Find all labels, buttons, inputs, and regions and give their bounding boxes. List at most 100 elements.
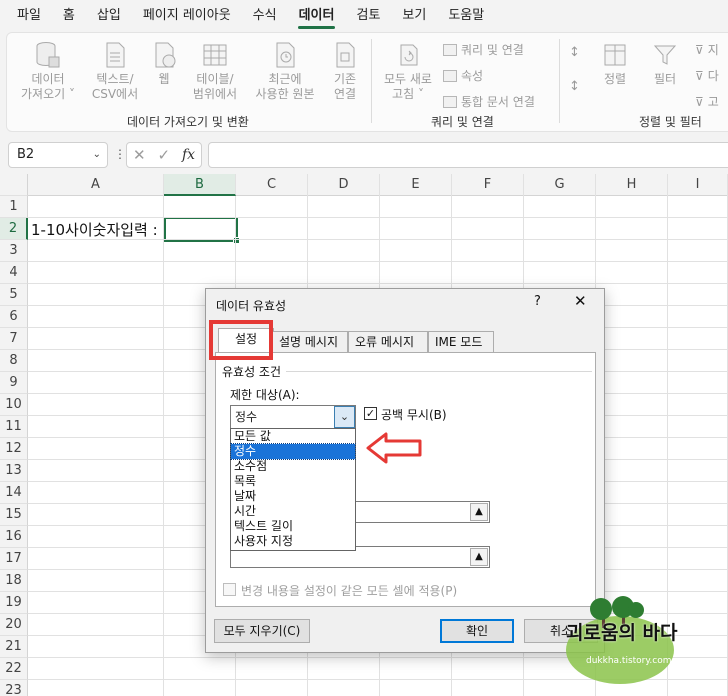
row-header-17[interactable]: 17 bbox=[0, 548, 28, 570]
tab-ime-mode[interactable]: IME 모드 bbox=[428, 331, 494, 352]
queries-connections-button[interactable]: 쿼리 및 연결 bbox=[443, 41, 524, 58]
ignore-blank-label: 공백 무시(B) bbox=[381, 408, 447, 422]
row-header-20[interactable]: 20 bbox=[0, 614, 28, 636]
column-header-d[interactable]: D bbox=[308, 174, 380, 196]
column-header-c[interactable]: C bbox=[236, 174, 308, 196]
get-data-label-1: 데이터 bbox=[31, 72, 65, 86]
ok-button[interactable]: 확인 bbox=[440, 619, 514, 643]
formula-input[interactable] bbox=[208, 142, 728, 168]
tab-insert[interactable]: 삽입 bbox=[86, 0, 132, 32]
option-date[interactable]: 날짜 bbox=[231, 489, 355, 504]
filter-label: 필터 bbox=[653, 72, 677, 86]
existing-connections-button[interactable]: 기존 연결 bbox=[325, 41, 365, 102]
reapply-label: 다 bbox=[707, 69, 719, 83]
chevron-down-icon[interactable]: ⌄ bbox=[334, 406, 355, 428]
more-options-icon[interactable]: ⋮ bbox=[114, 147, 126, 161]
row-header-7[interactable]: 7 bbox=[0, 328, 28, 350]
sort-desc-button[interactable]: ↕ bbox=[569, 79, 580, 94]
close-button[interactable]: ✕ bbox=[574, 292, 587, 310]
option-custom[interactable]: 사용자 지정 bbox=[231, 534, 355, 549]
apply-all-checkbox[interactable] bbox=[223, 583, 236, 596]
clear-all-button[interactable]: 모두 지우기(C) bbox=[214, 619, 310, 643]
tab-file[interactable]: 파일 bbox=[6, 0, 52, 32]
text-csv-button[interactable]: 텍스트/ CSV에서 bbox=[87, 41, 143, 102]
ignore-blank-checkbox[interactable]: ✓ bbox=[364, 407, 377, 420]
cancel-entry-icon[interactable]: ✕ bbox=[133, 146, 146, 164]
queries-connections-label: 쿼리 및 연결 bbox=[461, 43, 524, 57]
section-divider bbox=[286, 371, 592, 372]
sort-button[interactable]: 정렬 bbox=[593, 41, 637, 87]
gridline bbox=[28, 261, 728, 262]
properties-icon bbox=[443, 69, 457, 82]
collapse-dialog-icon[interactable]: ▲ bbox=[470, 548, 488, 566]
row-header-21[interactable]: 21 bbox=[0, 636, 28, 658]
refresh-all-button[interactable]: 모두 새로 고침 ˅ bbox=[377, 41, 439, 102]
column-header-g[interactable]: G bbox=[524, 174, 596, 196]
tab-home[interactable]: 홈 bbox=[52, 0, 86, 32]
row-header-1[interactable]: 1 bbox=[0, 196, 28, 218]
properties-button[interactable]: 속성 bbox=[443, 67, 483, 84]
column-header-i[interactable]: I bbox=[668, 174, 728, 196]
sort-desc-icon: ↕ bbox=[569, 79, 580, 94]
tab-help[interactable]: 도움말 bbox=[437, 0, 495, 32]
reapply-button[interactable]: ⊽ 다 bbox=[695, 67, 719, 84]
row-header-2[interactable]: 2 bbox=[0, 218, 28, 240]
row-header-6[interactable]: 6 bbox=[0, 306, 28, 328]
row-header-18[interactable]: 18 bbox=[0, 570, 28, 592]
row-header-19[interactable]: 19 bbox=[0, 592, 28, 614]
tab-review[interactable]: 검토 bbox=[345, 0, 391, 32]
column-header-f[interactable]: F bbox=[452, 174, 524, 196]
row-header-4[interactable]: 4 bbox=[0, 262, 28, 284]
filter-icon bbox=[653, 45, 677, 65]
chevron-down-icon[interactable]: ⌄ bbox=[93, 143, 101, 167]
row-header-16[interactable]: 16 bbox=[0, 526, 28, 548]
column-header-b[interactable]: B bbox=[164, 174, 236, 196]
option-list[interactable]: 목록 bbox=[231, 474, 355, 489]
row-header-9[interactable]: 9 bbox=[0, 372, 28, 394]
dialog-title: 데이터 유효성 bbox=[216, 299, 287, 313]
row-header-10[interactable]: 10 bbox=[0, 394, 28, 416]
web-button[interactable]: 웹 bbox=[147, 41, 181, 87]
clear-filter-button[interactable]: ⊽ 지 bbox=[695, 41, 719, 58]
tab-error-alert[interactable]: 오류 메시지 bbox=[348, 331, 428, 352]
row-header-13[interactable]: 13 bbox=[0, 460, 28, 482]
tab-formulas[interactable]: 수식 bbox=[242, 0, 288, 32]
option-whole-number[interactable]: 정수 bbox=[230, 443, 356, 460]
option-text-length[interactable]: 텍스트 길이 bbox=[231, 519, 355, 534]
row-header-23[interactable]: 23 bbox=[0, 680, 28, 696]
option-decimal[interactable]: 소수점 bbox=[231, 459, 355, 474]
formula-bar: B2 ⌄ ⋮ ✕ ✓ fx bbox=[0, 138, 728, 172]
option-time[interactable]: 시간 bbox=[231, 504, 355, 519]
name-box[interactable]: B2 ⌄ bbox=[8, 142, 108, 168]
column-header-h[interactable]: H bbox=[596, 174, 668, 196]
collapse-dialog-icon[interactable]: ▲ bbox=[470, 503, 488, 521]
row-header-14[interactable]: 14 bbox=[0, 482, 28, 504]
get-data-button[interactable]: 데이터 가져오기 ˅ bbox=[17, 41, 79, 102]
row-header-5[interactable]: 5 bbox=[0, 284, 28, 306]
row-header-15[interactable]: 15 bbox=[0, 504, 28, 526]
tab-data[interactable]: 데이터 bbox=[288, 0, 346, 32]
recent-sources-button[interactable]: 최근에 사용한 원본 bbox=[247, 41, 323, 102]
watermark-url: dukkha.tistory.com bbox=[586, 656, 672, 666]
confirm-entry-icon[interactable]: ✓ bbox=[157, 146, 170, 164]
filter-button[interactable]: 필터 bbox=[643, 41, 687, 87]
tab-view[interactable]: 보기 bbox=[391, 0, 437, 32]
advanced-filter-button[interactable]: ⊽ 고 bbox=[695, 93, 719, 110]
sort-asc-button[interactable]: ↕ bbox=[569, 45, 580, 60]
row-header-22[interactable]: 22 bbox=[0, 658, 28, 680]
edit-links-button[interactable]: 통합 문서 연결 bbox=[443, 93, 535, 110]
column-header-a[interactable]: A bbox=[28, 174, 164, 196]
option-any-value[interactable]: 모든 값 bbox=[231, 429, 355, 444]
select-all-corner[interactable] bbox=[0, 174, 28, 196]
row-header-11[interactable]: 11 bbox=[0, 416, 28, 438]
tab-input-message[interactable]: 설명 메시지 bbox=[272, 331, 348, 352]
insert-function-icon[interactable]: fx bbox=[182, 147, 195, 163]
tab-page-layout[interactable]: 페이지 레이아웃 bbox=[132, 0, 242, 32]
column-header-e[interactable]: E bbox=[380, 174, 452, 196]
help-button[interactable]: ? bbox=[534, 294, 541, 309]
from-table-button[interactable]: 테이블/ 범위에서 bbox=[187, 41, 243, 102]
cell-a2[interactable]: 1-10사이숫자입력 : bbox=[31, 219, 158, 240]
row-header-3[interactable]: 3 bbox=[0, 240, 28, 262]
row-header-12[interactable]: 12 bbox=[0, 438, 28, 460]
row-header-8[interactable]: 8 bbox=[0, 350, 28, 372]
